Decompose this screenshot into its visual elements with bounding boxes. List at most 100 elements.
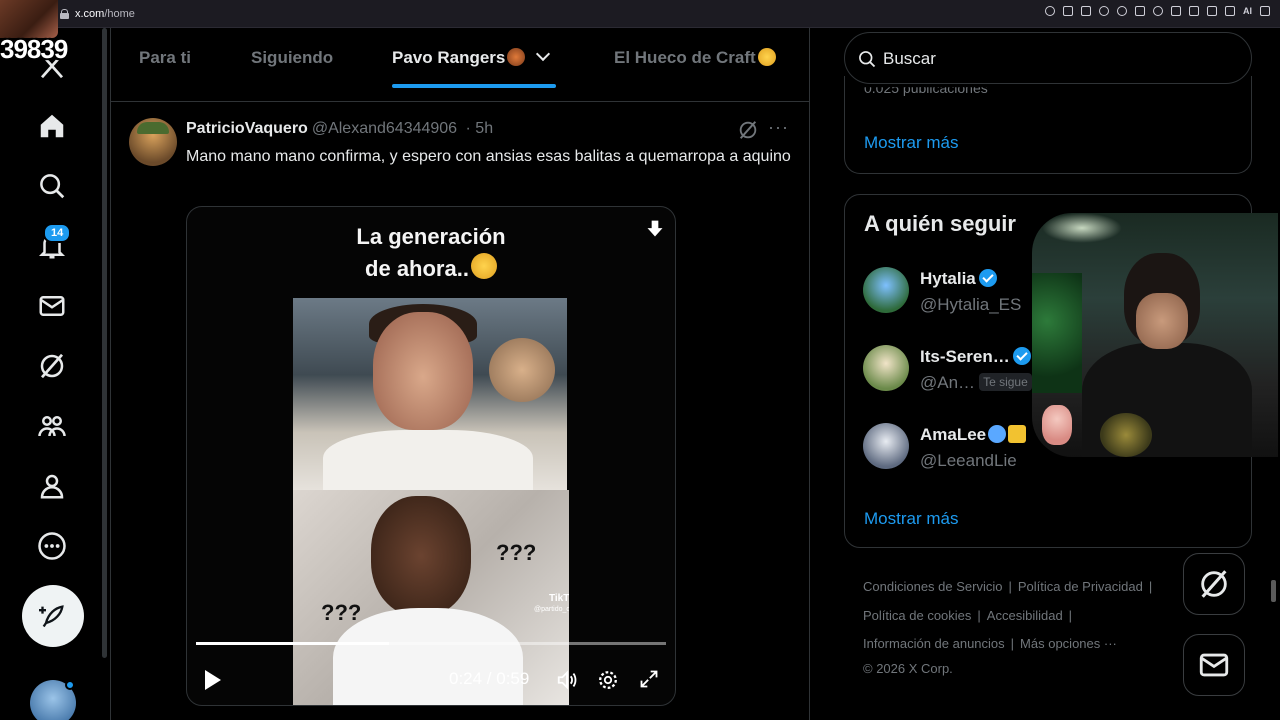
viewer-counter: 39839 (0, 34, 68, 64)
heart-icon[interactable] (1153, 6, 1163, 16)
tab-el-hueco-de-craft-label: El Hueco de Craft (614, 48, 756, 67)
suggestion-name-row[interactable]: AmaLee (920, 425, 1027, 445)
webcam-plant (1100, 413, 1152, 457)
search-input[interactable]: Buscar (844, 32, 1252, 84)
show-more-link-trends[interactable]: Mostrar más (864, 133, 958, 153)
accessibility-link[interactable]: Accesibilidad (987, 608, 1063, 623)
terms-link[interactable]: Condiciones de Servicio (863, 579, 1002, 594)
video-caption: La generación de ahora.. (187, 221, 675, 285)
tiktok-label: TikTok (548, 593, 569, 604)
grok-icon[interactable] (30, 344, 74, 388)
search-icon (859, 51, 876, 68)
bookmark-icon[interactable] (1081, 6, 1091, 16)
mail-icon (1199, 653, 1229, 677)
video-caption-line1: La generación (356, 224, 506, 249)
record-icon[interactable] (1117, 6, 1127, 16)
man-face (373, 312, 473, 430)
post-header: PatricioVaquero @Alexand64344906 · 5h (186, 120, 493, 138)
account-status-dot (65, 680, 75, 690)
verified-badge-icon (1012, 347, 1031, 365)
shield-icon[interactable] (1099, 6, 1109, 16)
webcam-lamp (1042, 213, 1122, 243)
compose-post-button[interactable] (22, 585, 84, 647)
hytalia-avatar[interactable] (863, 267, 909, 313)
timeline-tabs: Para ti Siguiendo Pavo Rangers El Hueco … (111, 28, 809, 102)
post-author-name[interactable]: PatricioVaquero (186, 120, 308, 137)
url-path: /home (104, 8, 135, 20)
amalee-avatar[interactable] (863, 423, 909, 469)
right-scrollbar[interactable] (1271, 580, 1276, 602)
ai-label[interactable]: AI (1243, 6, 1252, 16)
post-timestamp[interactable]: · 5h (466, 120, 494, 137)
question-marks-right: ??? (496, 540, 537, 565)
tiktok-user: @partido_de_futbol (534, 606, 569, 613)
address-bar[interactable]: x.com/home (60, 4, 135, 24)
its-seren-avatar[interactable] (863, 345, 909, 391)
post-author-handle[interactable]: @Alexand64344906 (312, 120, 457, 137)
anxious-emoji-icon (757, 48, 776, 66)
tab-pavo-rangers-label: Pavo Rangers (392, 48, 506, 67)
video-controls: 0:24 / 0:59 (187, 662, 675, 698)
settings-gear-icon[interactable] (597, 669, 619, 691)
privacy-link[interactable]: Política de Privacidad (1018, 579, 1143, 594)
suggestion-name: AmaLee (920, 425, 987, 444)
suggestion-name-row[interactable]: Its-Seren… (920, 347, 1031, 367)
download-icon[interactable] (645, 219, 665, 239)
profile-icon[interactable] (30, 464, 74, 508)
volume-icon[interactable] (556, 669, 578, 691)
post-author-avatar[interactable] (129, 118, 177, 166)
active-tab-indicator (392, 84, 556, 88)
copyright: © 2026 X Corp. (863, 660, 953, 676)
puzzle-icon[interactable] (1189, 6, 1199, 16)
show-more-link-follow[interactable]: Mostrar más (864, 509, 958, 529)
video-progress-bar[interactable] (196, 642, 666, 645)
butterfly-emoji-icon (988, 425, 1007, 443)
messages-floating-button[interactable] (1183, 634, 1245, 696)
webcam-sticker (1042, 405, 1072, 445)
post-video[interactable]: La generación de ahora.. ??? ??? TikTok … (186, 206, 676, 706)
post[interactable]: PatricioVaquero @Alexand64344906 · 5h ···… (111, 103, 809, 720)
download-browser-icon[interactable] (1207, 6, 1217, 16)
tab-para-ti[interactable]: Para ti (139, 48, 191, 68)
who-to-follow-title: A quién seguir (864, 211, 1016, 236)
suggestion-name-row[interactable]: Hytalia (920, 269, 997, 289)
tiktok-watermark: TikTok @partido_de_futbol (534, 593, 569, 615)
home-icon[interactable] (30, 104, 74, 148)
unamused-emoji-icon (470, 253, 497, 279)
play-icon[interactable] (205, 670, 221, 690)
zoom-icon[interactable] (1045, 6, 1055, 16)
ads-info-link[interactable]: Información de anuncios (863, 636, 1005, 651)
chevron-down-icon[interactable] (536, 46, 551, 62)
suggestion-handle: @An… (920, 373, 976, 392)
grok-floating-button[interactable] (1183, 553, 1245, 615)
search-icon[interactable] (30, 164, 74, 208)
post-text: Mano mano mano confirma, y espero con an… (186, 148, 791, 165)
edit-icon[interactable] (1225, 6, 1235, 16)
menu-icon[interactable] (1260, 6, 1270, 16)
post-more-button[interactable]: ··· (768, 117, 789, 138)
left-scrollbar[interactable] (102, 28, 107, 658)
communities-icon[interactable] (30, 404, 74, 448)
grok-explain-icon[interactable] (737, 119, 759, 141)
mail-icon[interactable] (30, 284, 74, 328)
more-icon[interactable] (30, 524, 74, 568)
footer-links: Condiciones de Servicio | Política de Priv… (863, 579, 1153, 676)
fullscreen-icon[interactable] (639, 669, 659, 689)
pin-icon[interactable] (1063, 6, 1073, 16)
extension-icon[interactable] (1171, 6, 1181, 16)
lock-icon (60, 9, 69, 19)
more-options-link[interactable]: Más opciones ··· (1020, 636, 1117, 651)
tab-el-hueco-de-craft[interactable]: El Hueco de Craft (614, 48, 776, 68)
suggestion-handle: @Hytalia_ES (920, 295, 1022, 314)
question-marks-left: ??? (321, 600, 362, 625)
play-icon[interactable] (1135, 6, 1145, 16)
webcam-streamer-face (1136, 293, 1188, 349)
tab-siguiendo[interactable]: Siguiendo (251, 48, 333, 68)
cookies-link[interactable]: Política de cookies (863, 608, 971, 623)
browser-extension-icons: AI (1045, 6, 1270, 16)
main-timeline: Para ti Siguiendo Pavo Rangers El Hueco … (110, 28, 810, 720)
background-person (489, 338, 555, 402)
tab-pavo-rangers[interactable]: Pavo Rangers (392, 46, 551, 68)
suggestion-name: Its-Seren… (920, 347, 1010, 366)
suggestion-handle: @LeeandLie (920, 451, 1017, 470)
